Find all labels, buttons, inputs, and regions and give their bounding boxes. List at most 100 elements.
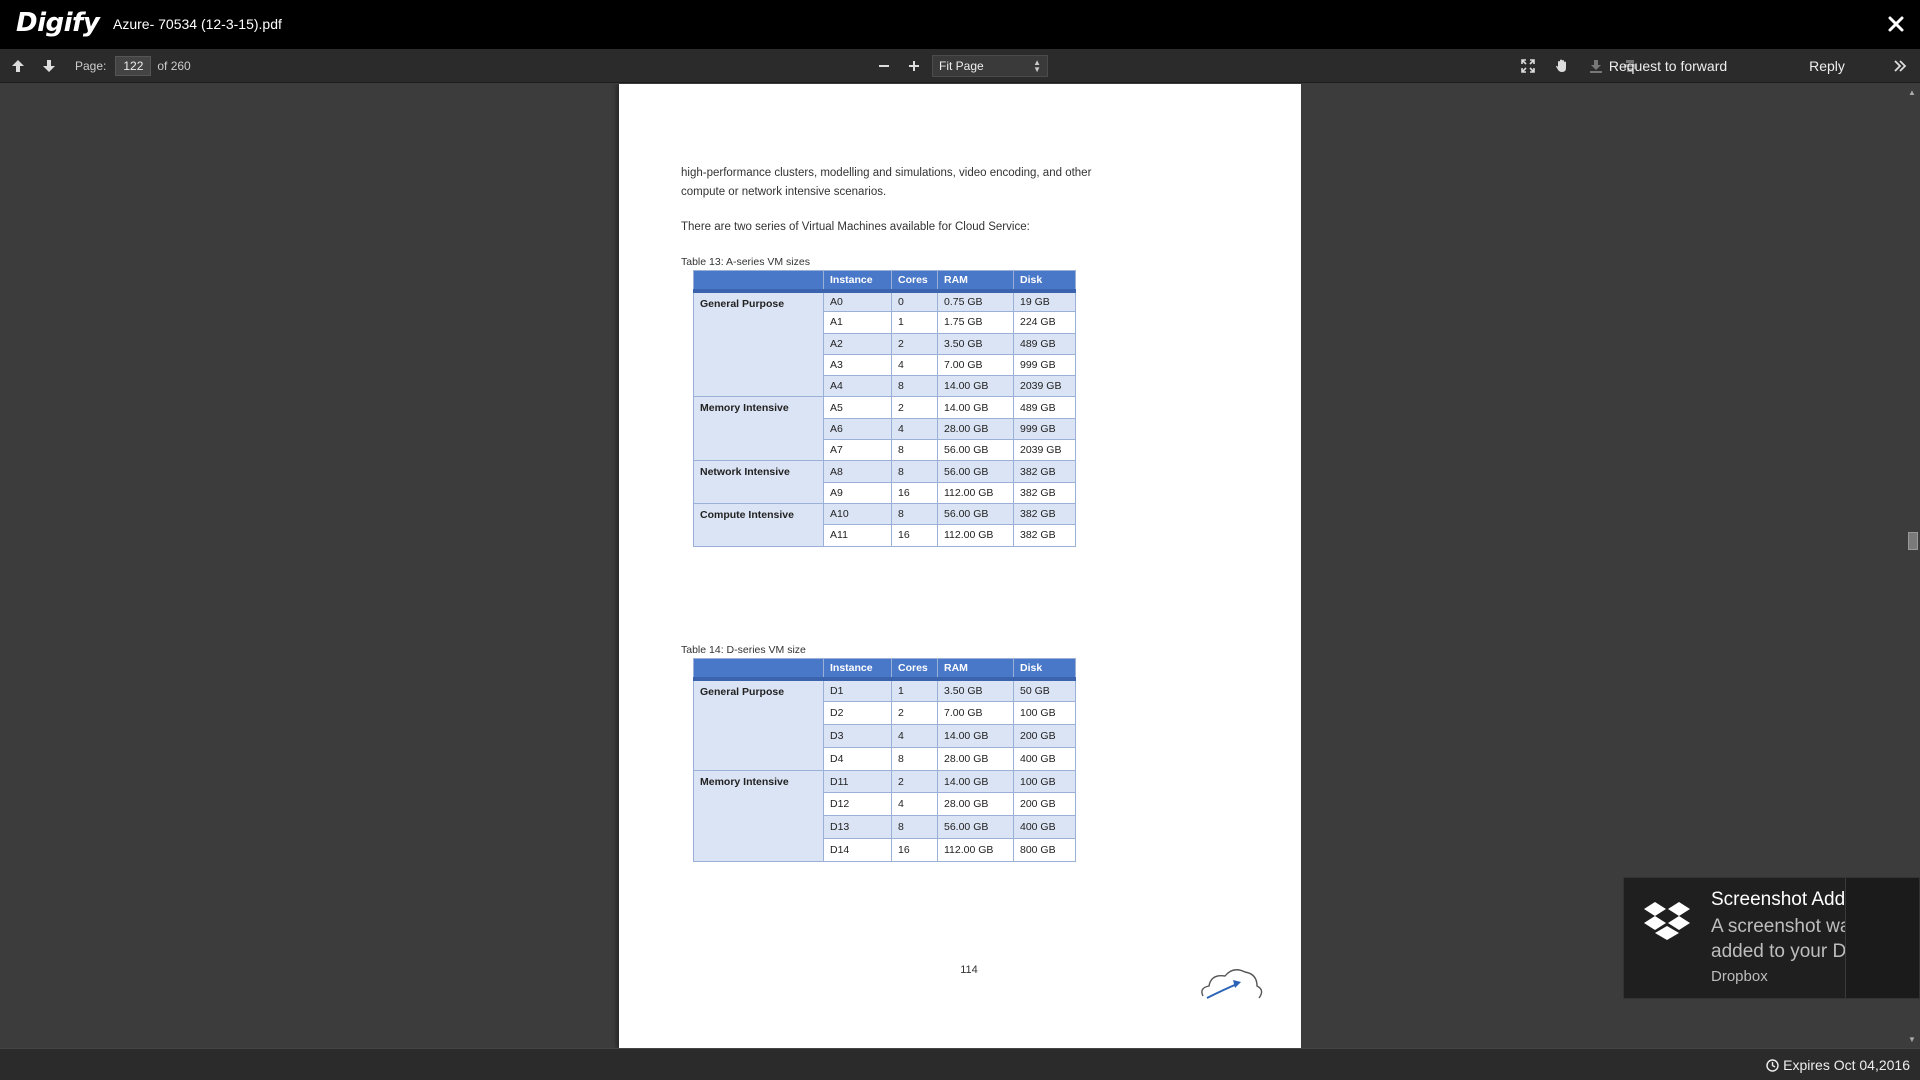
table-header-cell: Disk (1013, 270, 1076, 293)
ram-cell: 112.00 GB (937, 524, 1014, 547)
table-row: General Purpose D1 1 3.50 GB 50 GB (693, 678, 1076, 771)
cores-cell: 2 (891, 700, 938, 725)
ram-cell: 14.00 GB (937, 375, 1014, 398)
instance-cell: A6 (823, 417, 892, 441)
disk-cell: 200 GB (1013, 723, 1076, 748)
scrollbar-thumb[interactable] (1908, 532, 1918, 550)
page-number: 114 (960, 964, 978, 976)
dropbox-notification[interactable]: Screenshot Added A screenshot was added … (1623, 877, 1920, 999)
table-header-cell (693, 270, 824, 293)
paragraph-line: high-performance clusters, modelling and… (681, 167, 1092, 179)
disk-cell: 100 GB (1013, 700, 1076, 725)
disk-cell: 224 GB (1013, 311, 1076, 334)
zoom-select[interactable]: Fit Page ▲ ▼ (932, 55, 1048, 77)
ram-cell: 28.00 GB (937, 417, 1014, 441)
next-page-button[interactable] (37, 54, 61, 78)
fullscreen-icon (1521, 59, 1535, 73)
ram-cell: 3.50 GB (937, 678, 1014, 702)
group-cell: Network Intensive (693, 460, 824, 504)
ram-cell: 14.00 GB (937, 769, 1014, 794)
ram-cell: 1.75 GB (937, 311, 1014, 334)
hand-icon (1556, 59, 1566, 72)
total-pages: of 260 (157, 59, 191, 73)
paragraph-line: compute or network intensive scenarios. (681, 186, 887, 198)
page-number-input[interactable] (115, 56, 152, 76)
notification-title: Screenshot Added (1711, 889, 1867, 910)
cores-cell: 8 (891, 375, 938, 398)
scroll-up-icon[interactable]: ▲ (1908, 88, 1916, 97)
ram-cell: 28.00 GB (937, 746, 1014, 771)
instance-cell: A3 (823, 353, 892, 377)
disk-cell: 50 GB (1013, 678, 1076, 702)
ram-cell: 112.00 GB (937, 481, 1014, 504)
disk-cell: 382 GB (1013, 460, 1076, 483)
hand-tool-button[interactable] (1550, 54, 1574, 78)
zoom-in-button[interactable] (902, 54, 926, 78)
previous-page-button[interactable] (6, 54, 30, 78)
clock-icon (1766, 1058, 1779, 1072)
pdf-page: high-performance clusters, modelling and… (619, 84, 1301, 1048)
ram-cell: 0.75 GB (937, 289, 1014, 313)
instance-cell: D11 (823, 769, 892, 794)
expand-panel-button[interactable] (1888, 54, 1912, 78)
expiry-info: Expires Oct 04,2016 (1766, 1057, 1910, 1073)
disk-cell: 489 GB (1013, 396, 1076, 419)
dropbox-icon (1644, 902, 1690, 940)
notification-dismiss-area[interactable] (1845, 878, 1919, 998)
cores-cell: 4 (891, 353, 938, 377)
instance-cell: D2 (823, 700, 892, 725)
cores-cell: 4 (891, 723, 938, 748)
instance-cell: A1 (823, 311, 892, 334)
instance-cell: A7 (823, 439, 892, 462)
download-icon (1590, 60, 1602, 73)
table-header-cell: Instance (823, 270, 892, 293)
instance-cell: D4 (823, 746, 892, 771)
instance-cell: D14 (823, 838, 892, 863)
instance-cell: A2 (823, 332, 892, 355)
ram-cell: 56.00 GB (937, 815, 1014, 840)
paragraph: There are two series of Virtual Machines… (681, 221, 1030, 233)
close-button[interactable] (1882, 10, 1910, 38)
download-button[interactable] (1584, 54, 1608, 78)
disk-cell: 400 GB (1013, 746, 1076, 771)
table-row: Memory Intensive A5 2 14.00 GB 489 GB (693, 396, 1076, 462)
ram-cell: 28.00 GB (937, 792, 1014, 817)
disk-cell: 2039 GB (1013, 439, 1076, 462)
cores-cell: 8 (891, 746, 938, 771)
cores-cell: 8 (891, 815, 938, 840)
cores-cell: 8 (891, 502, 938, 526)
scroll-down-icon[interactable]: ▼ (1908, 1035, 1916, 1044)
close-icon (1888, 16, 1904, 32)
fullscreen-button[interactable] (1516, 54, 1540, 78)
disk-cell: 2039 GB (1013, 375, 1076, 398)
cores-cell: 2 (891, 769, 938, 794)
ram-cell: 14.00 GB (937, 723, 1014, 748)
a-series-table: Instance Cores RAM Disk General Purpose A… (693, 270, 1076, 547)
status-bar: Expires Oct 04,2016 (0, 1048, 1920, 1080)
instance-cell: D1 (823, 678, 892, 702)
instance-cell: A11 (823, 524, 892, 547)
zoom-in-icon (909, 61, 919, 71)
table-header-cell: Instance (823, 658, 892, 681)
table-header-row: Instance Cores RAM Disk (693, 270, 1076, 293)
request-forward-button[interactable]: Request to forward (1609, 54, 1727, 78)
disk-cell: 800 GB (1013, 838, 1076, 863)
disk-cell: 382 GB (1013, 524, 1076, 547)
table-header-cell: Disk (1013, 658, 1076, 681)
disk-cell: 19 GB (1013, 289, 1076, 313)
table-row: Network Intensive A8 8 56.00 GB 382 GB (693, 460, 1076, 504)
table-row: Compute Intensive A10 8 56.00 GB 382 GB (693, 502, 1076, 547)
ram-cell: 3.50 GB (937, 332, 1014, 355)
arrow-up-icon (12, 60, 24, 72)
document-viewer[interactable]: high-performance clusters, modelling and… (0, 84, 1904, 1048)
zoom-select-value: Fit Page (939, 59, 984, 73)
instance-cell: A4 (823, 375, 892, 398)
instance-cell: D12 (823, 792, 892, 817)
cores-cell: 8 (891, 439, 938, 462)
instance-cell: A5 (823, 396, 892, 419)
zoom-out-icon (879, 65, 889, 67)
instance-cell: D13 (823, 815, 892, 840)
zoom-out-button[interactable] (872, 54, 896, 78)
reply-button[interactable]: Reply (1809, 54, 1845, 78)
disk-cell: 999 GB (1013, 417, 1076, 441)
